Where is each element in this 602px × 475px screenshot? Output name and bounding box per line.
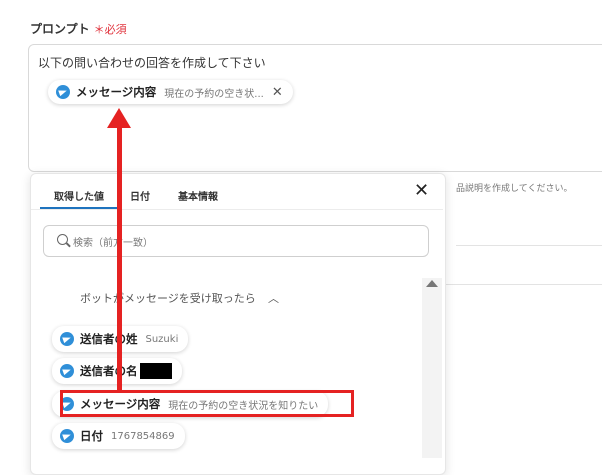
background-hint-text: 品説明を作成してください。 <box>456 184 573 194</box>
background-divider <box>456 245 602 246</box>
prompt-variable-chip[interactable]: メッセージ内容 現在の予約の空き状... ✕ <box>48 80 293 104</box>
chevron-up-icon[interactable]: ︿ <box>268 290 279 306</box>
tab-basic-info[interactable]: 基本情報 <box>178 188 218 203</box>
telegram-icon <box>56 85 70 99</box>
background-divider <box>440 284 602 285</box>
annotation-arrow-head <box>107 108 131 128</box>
trigger-header[interactable] <box>46 286 68 308</box>
chip-remove-icon[interactable]: ✕ <box>272 85 283 100</box>
telegram-icon <box>60 332 74 346</box>
required-mark: ＊必須 <box>93 23 127 36</box>
telegram-icon <box>60 429 74 443</box>
active-tab-indicator <box>40 207 117 209</box>
prompt-label: プロンプト ＊必須 <box>30 22 127 36</box>
trigger-label: ボットがメッセージを受け取ったら <box>80 292 256 305</box>
scroll-up-arrow-icon[interactable] <box>426 280 438 287</box>
prompt-text: 以下の問い合わせの回答を作成して下さい <box>38 56 266 70</box>
search-placeholder: 検索（前方一致） <box>73 238 153 249</box>
telegram-icon <box>60 364 74 378</box>
search-icon <box>57 234 68 245</box>
scrollbar[interactable] <box>422 278 442 458</box>
highlight-box <box>60 390 354 417</box>
list-item[interactable]: 日付 1767854869 <box>52 423 185 449</box>
close-icon[interactable]: ✕ <box>414 182 429 200</box>
tab-date[interactable]: 日付 <box>130 188 150 203</box>
chip-name: メッセージ内容 <box>76 85 157 99</box>
tab-obtained-values[interactable]: 取得した値 <box>54 188 104 203</box>
annotation-arrow <box>117 124 122 392</box>
chip-value: 現在の予約の空き状... <box>164 88 264 100</box>
tabs-divider <box>31 209 443 210</box>
redacted-value <box>139 363 172 379</box>
